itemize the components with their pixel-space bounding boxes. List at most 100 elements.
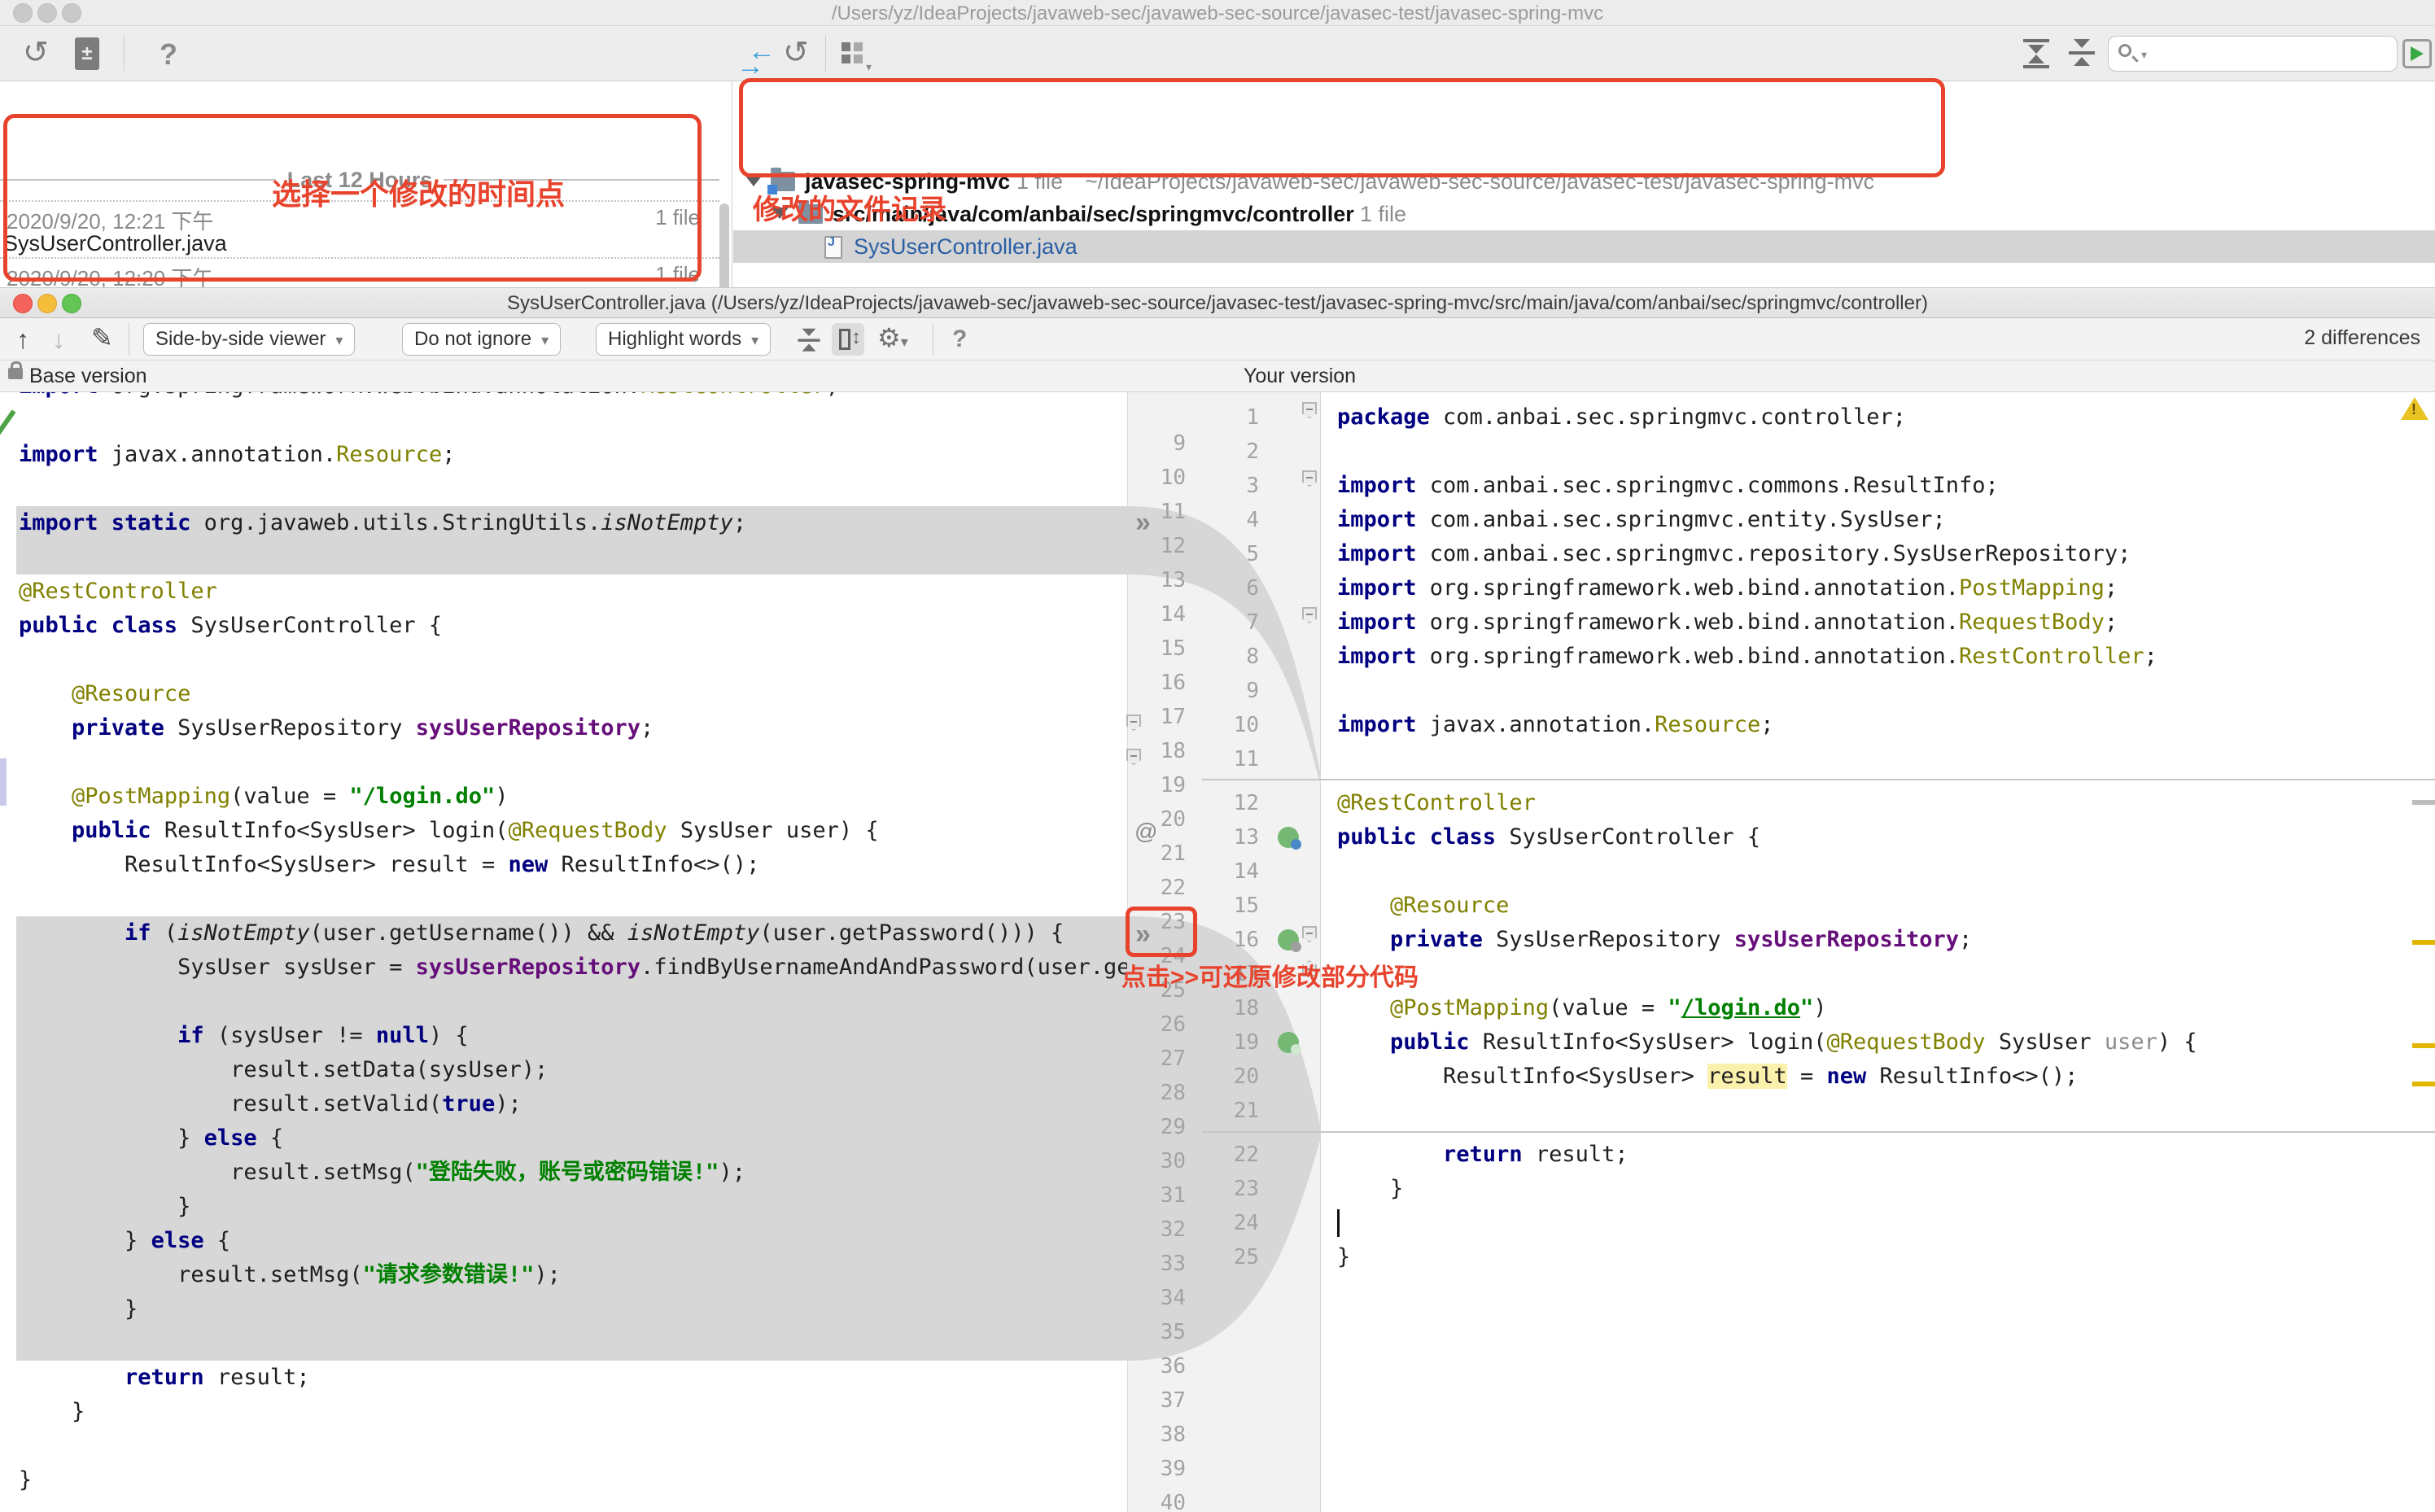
code-line[interactable]	[1321, 957, 2435, 991]
sync-scrolling-icon[interactable]: ↕	[832, 323, 864, 356]
stripe-mark[interactable]	[2412, 800, 2435, 805]
expand-all-icon[interactable]	[2022, 39, 2051, 68]
code-line[interactable]	[1321, 435, 2435, 469]
search-input[interactable]: ▾	[2108, 36, 2398, 72]
spring-autowired-icon[interactable]	[1278, 929, 1301, 952]
close-window-icon[interactable]	[13, 294, 33, 313]
code-line[interactable]: import org.springframework.web.bind.anno…	[1321, 571, 2435, 605]
revisions-scrollbar[interactable]	[719, 203, 729, 287]
code-line[interactable]	[16, 540, 1127, 575]
code-line[interactable]	[16, 1429, 1127, 1463]
collapse-unchanged-icon[interactable]	[797, 328, 822, 354]
tree-row-file-selected[interactable]: J SysUserController.java	[733, 230, 2435, 263]
line-number	[1127, 392, 1199, 426]
code-line[interactable]	[16, 404, 1127, 438]
code-line[interactable]: import org.springframework.web.bind.anno…	[1321, 605, 2435, 640]
code-line[interactable]	[16, 472, 1127, 506]
code-line[interactable]: result.setValid(true);	[16, 1087, 1127, 1121]
code-line[interactable]: result.setMsg("登陆失败，账号或密码错误!");	[16, 1156, 1127, 1190]
code-line[interactable]: @RestController	[16, 575, 1127, 609]
code-line[interactable]: }	[16, 1463, 1127, 1497]
code-line[interactable]: @PostMapping(value = "/login.do")	[16, 780, 1127, 814]
edit-icon[interactable]: ✎	[91, 325, 113, 351]
collapse-all-icon[interactable]	[2067, 39, 2096, 68]
zoom-window-icon[interactable]	[62, 3, 81, 23]
stripe-mark[interactable]	[2412, 1082, 2435, 1086]
code-line[interactable]: }	[16, 1190, 1127, 1224]
code-line[interactable]: public ResultInfo<SysUser> login(@Reques…	[16, 814, 1127, 848]
code-line[interactable]: ResultInfo<SysUser> result = new ResultI…	[1321, 1060, 2435, 1094]
code-line[interactable]: } else {	[16, 1224, 1127, 1258]
code-line[interactable]	[1321, 674, 2435, 708]
code-line[interactable]: if (isNotEmpty(user.getUsername()) && is…	[16, 916, 1127, 950]
tree-row-package[interactable]: src/main/java/com/anbai/sec/springmvc/co…	[733, 198, 2435, 230]
code-line[interactable]: import com.anbai.sec.springmvc.commons.R…	[1321, 469, 2435, 503]
whitespace-mode-dropdown[interactable]: Do not ignore ▾	[402, 323, 562, 356]
base-version-code[interactable]: import org.springframework.web.bind.anno…	[16, 392, 1127, 1512]
viewer-mode-dropdown[interactable]: Side-by-side viewer ▾	[143, 323, 356, 356]
code-line[interactable]	[1321, 854, 2435, 889]
spring-bean-class-icon[interactable]	[1278, 827, 1301, 850]
code-line[interactable]: }	[16, 1292, 1127, 1326]
code-line[interactable]	[1321, 1206, 2435, 1240]
code-line[interactable]	[16, 1326, 1127, 1361]
your-version-code[interactable]: package com.anbai.sec.springmvc.controll…	[1321, 392, 2435, 1512]
code-line[interactable]: result.setData(sysUser);	[16, 1053, 1127, 1087]
revert-selection-icon[interactable]: ↺	[783, 37, 809, 68]
code-line[interactable]: result.setMsg("请求参数错误!");	[16, 1258, 1127, 1292]
code-line[interactable]: public class SysUserController {	[1321, 820, 2435, 854]
code-line[interactable]: return result;	[16, 1361, 1127, 1395]
code-line[interactable]	[16, 745, 1127, 780]
code-line[interactable]: import org.springframework.web.bind.anno…	[16, 392, 1127, 404]
help-icon[interactable]: ?	[160, 39, 177, 70]
revert-icon[interactable]: ↺	[23, 37, 49, 68]
stripe-mark[interactable]	[2412, 1043, 2435, 1048]
settings-gear-icon[interactable]: ⚙▾	[877, 325, 908, 355]
code-line[interactable]: public ResultInfo<SysUser> login(@Reques…	[1321, 1025, 2435, 1060]
close-window-icon[interactable]	[13, 3, 33, 23]
code-line[interactable]: private SysUserRepository sysUserReposit…	[1321, 923, 2435, 957]
code-line[interactable]	[16, 882, 1127, 916]
create-patch-icon[interactable]: ±	[75, 37, 99, 70]
code-line[interactable]: }	[1321, 1172, 2435, 1206]
minimize-window-icon[interactable]	[37, 294, 57, 313]
code-line[interactable]: @Resource	[1321, 889, 2435, 923]
code-line[interactable]: @PostMapping(value = "/login.do")	[1321, 991, 2435, 1025]
spring-mapping-icon[interactable]	[1278, 1032, 1301, 1055]
previous-difference-icon[interactable]: ↑	[16, 326, 29, 352]
show-panel-icon[interactable]	[2402, 39, 2432, 68]
code-line[interactable]: private SysUserRepository sysUserReposit…	[16, 711, 1127, 745]
inspection-warning-icon[interactable]	[2401, 397, 2428, 420]
code-line[interactable]: @RestController	[1321, 786, 2435, 820]
group-by-icon[interactable]: ▾	[842, 42, 874, 75]
code-line[interactable]: import javax.annotation.Resource;	[1321, 708, 2435, 742]
code-line[interactable]: }	[1321, 1240, 2435, 1274]
code-line[interactable]: }	[16, 1395, 1127, 1429]
code-line[interactable]: import com.anbai.sec.springmvc.entity.Sy…	[1321, 503, 2435, 537]
code-line[interactable]: } else {	[16, 1121, 1127, 1156]
help-icon[interactable]: ?	[952, 326, 967, 352]
code-line[interactable]	[1321, 742, 2435, 776]
code-line[interactable]: SysUser sysUser = sysUserRepository.find…	[16, 950, 1127, 985]
highlight-mode-dropdown[interactable]: Highlight words ▾	[596, 323, 772, 356]
apply-change-chevron-icon[interactable]: »	[1135, 506, 1184, 540]
zoom-window-icon[interactable]	[62, 294, 81, 313]
code-line[interactable]: import com.anbai.sec.springmvc.repositor…	[1321, 537, 2435, 571]
search-options-caret-icon[interactable]: ▾	[2141, 48, 2147, 62]
code-line[interactable]: ResultInfo<SysUser> result = new ResultI…	[16, 848, 1127, 882]
code-line[interactable]: if (sysUser != null) {	[16, 1019, 1127, 1053]
code-line[interactable]: @Resource	[16, 677, 1127, 711]
code-line[interactable]: package com.anbai.sec.springmvc.controll…	[1321, 400, 2435, 435]
diff-separator-line	[1202, 1131, 2435, 1133]
code-line[interactable]	[16, 643, 1127, 677]
code-line[interactable]: return result;	[1321, 1138, 2435, 1172]
stripe-mark[interactable]	[2412, 940, 2435, 945]
code-line[interactable]: import static org.javaweb.utils.StringUt…	[16, 506, 1127, 540]
next-difference-icon[interactable]: ↓	[52, 326, 65, 352]
code-line[interactable]	[1321, 1094, 2435, 1128]
code-line[interactable]: public class SysUserController {	[16, 609, 1127, 643]
code-line[interactable]: import javax.annotation.Resource;	[16, 438, 1127, 472]
code-line[interactable]: import org.springframework.web.bind.anno…	[1321, 640, 2435, 674]
minimize-window-icon[interactable]	[37, 3, 57, 23]
code-line[interactable]	[16, 985, 1127, 1019]
